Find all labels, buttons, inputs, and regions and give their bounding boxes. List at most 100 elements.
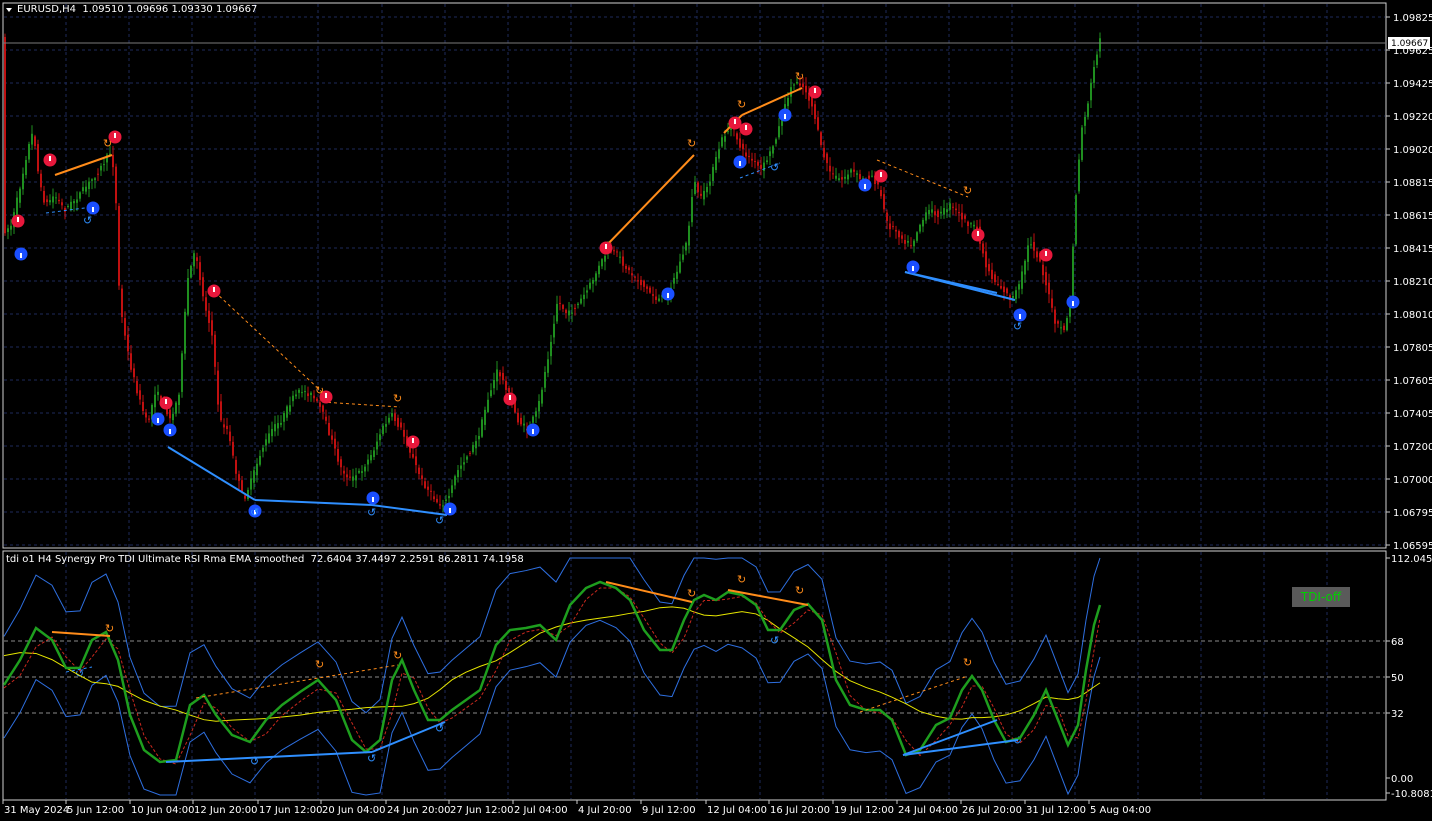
price-tick-label: 1.07000 [1393,475,1432,486]
candle-body [745,152,747,157]
sell-arrow-icon-glyph [745,125,747,130]
trading-chart-window[interactable]: ↻↻↻↻↻↻↻↻↻↻↻↻↻↻↺↺↺↺↺↺↺↺↺↺↺↺ 1.098251.0962… [0,0,1432,821]
candle-body [460,465,462,469]
candle-body [886,212,888,222]
candle-body [382,425,384,435]
candle-body [16,197,18,215]
candle-body [70,201,72,210]
candle-body [574,307,576,310]
candle-body [421,475,423,479]
candle-body [118,206,120,286]
candle-body [43,190,45,203]
candle-body [571,312,573,314]
candle-body [307,393,309,397]
current-price-text: 1.09667 [1391,39,1428,49]
candle-body [1093,66,1095,83]
candle-body [463,462,465,465]
candle-body [1063,325,1065,331]
candle-body [1075,195,1077,245]
candle-body [19,188,21,203]
candle-body [931,209,933,213]
candle-body [1042,264,1044,276]
price-scale: 1.098251.096251.094251.092201.090201.088… [1386,13,1432,552]
candle-body [946,209,948,213]
candle-body [403,429,405,437]
candle-body [61,202,63,206]
candle-body [1060,327,1062,329]
symbol-label: EURUSD,H4 [17,4,77,15]
candle-body [739,138,741,148]
buy-arrow-icon-glyph [667,293,669,298]
candle-body [868,175,870,179]
candle-body [706,186,708,193]
candle-body [700,193,702,196]
candle-body [880,190,882,197]
candle-body [184,311,186,354]
sell-arrow-icon-glyph [605,244,607,249]
main-chart-pane[interactable] [2,2,1387,549]
price-tick-label: 1.07405 [1393,409,1432,420]
buy-arrow-icon-glyph [20,253,22,258]
candle-body [337,448,339,462]
candle-body [49,200,51,203]
candle-body [829,165,831,172]
candle-body [1003,286,1005,293]
candle-body [985,251,987,268]
price-tick-label: 1.09425 [1393,79,1432,90]
sell-arrow-icon-glyph [880,172,882,177]
buy-arrow-icon-glyph [912,266,914,271]
price-tick-label: 1.08415 [1393,244,1432,255]
candle-body [34,136,36,147]
candle-body [847,174,849,180]
candle-body [148,418,150,420]
candle-body [916,232,918,241]
candle-body [718,149,720,159]
candle-body [154,394,156,408]
candle-body [907,240,909,243]
candle-body [424,481,426,488]
price-tick-label: 1.06795 [1393,508,1432,519]
candle-body [685,242,687,251]
indicator-header: tdi o1 H4 Synergy Pro TDI Ultimate RSI R… [6,554,524,565]
candle-body [844,176,846,179]
candle-body [631,273,633,276]
candle-body [922,219,924,227]
candle-body [370,455,372,461]
time-tick-label: 24 Jun 20:00 [387,805,451,816]
candle-body [724,136,726,142]
buy-arrow-icon-glyph [532,429,534,434]
candle-body [673,277,675,284]
candle-body [91,179,93,181]
sell-arrow-icon-glyph [412,438,414,443]
sell-arrow-icon-glyph [17,217,19,222]
buy-arrow-icon-glyph [1019,314,1021,319]
candle-body [1000,285,1002,289]
candle-body [1015,290,1017,299]
candle-body [970,223,972,225]
candle-body [202,277,204,297]
candle-body [214,334,216,367]
candle-body [901,235,903,239]
candle-body [238,474,240,481]
divergence-flag-icon: ↺ [1013,320,1022,333]
candle-body [535,411,537,417]
candle-body [1045,272,1047,286]
candle-body [259,455,261,465]
candle-body [502,372,504,381]
price-tick-label: 1.07605 [1393,376,1432,387]
candle-body [253,470,255,483]
candle-body [103,164,105,166]
time-tick-label: 5 Aug 04:00 [1090,805,1151,816]
price-tick-label: 1.09220 [1393,112,1432,123]
candle-body [940,211,942,214]
candle-body [142,401,144,411]
candle-body [628,267,630,271]
candle-body [682,254,684,260]
divergence-flag-icon: ↻ [103,137,112,150]
candle-body [448,495,450,499]
candle-body [517,412,519,423]
tdi-tick-label: 0.00 [1391,774,1413,785]
price-tick-label: 1.08615 [1393,211,1432,222]
divergence-flag-icon: ↺ [250,506,259,519]
tdi-off-button[interactable]: TDI-off [1292,587,1350,607]
